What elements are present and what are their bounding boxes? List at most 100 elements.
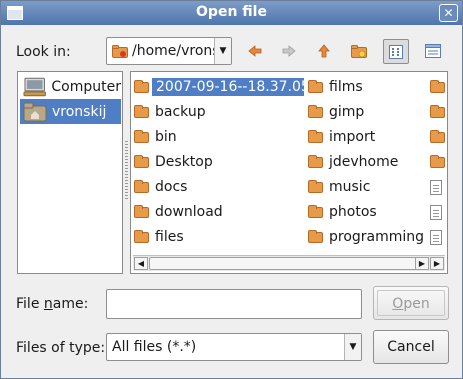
- file-item[interactable]: programming: [308, 226, 423, 248]
- file-item-label: import: [329, 129, 376, 145]
- window-title: Open file: [196, 4, 267, 20]
- close-icon: ✕: [443, 6, 454, 20]
- file-item-partial[interactable]: [430, 126, 447, 148]
- file-name-field[interactable]: [106, 289, 362, 319]
- list-view-icon: [389, 44, 403, 59]
- file-item[interactable]: backup: [134, 101, 304, 123]
- folder-icon: [134, 204, 149, 218]
- file-name-label-part: File: [16, 296, 44, 312]
- detail-view-button[interactable]: [421, 40, 445, 62]
- file-name-label: File name:: [16, 296, 88, 312]
- file-item-label: jdevhome: [329, 154, 399, 170]
- scrollbar-thumb[interactable]: [149, 257, 418, 270]
- horizontal-scrollbar[interactable]: ◀ ▶ ▶: [133, 255, 445, 271]
- file-item[interactable]: music: [308, 176, 423, 198]
- cancel-button[interactable]: Cancel: [373, 330, 449, 364]
- open-file-dialog: Open file ✕ Look in: /home/vronskij ▼ Co…: [0, 0, 463, 379]
- parent-dir-icon: [318, 44, 330, 58]
- scroll-right-button-end[interactable]: ▶: [430, 257, 444, 270]
- file-item[interactable]: photos: [308, 201, 423, 223]
- file-item[interactable]: 2007-09-16--18.37.05: [134, 76, 304, 98]
- folder-icon: [308, 129, 323, 143]
- parent-directory-button[interactable]: [312, 40, 336, 62]
- sidebar-item-label: Computer: [51, 78, 121, 95]
- file-item-label: gimp: [329, 104, 365, 120]
- sidebar-item-vronskij[interactable]: vronskij: [20, 99, 121, 124]
- new-folder-icon: [351, 44, 367, 58]
- scroll-left-button[interactable]: ◀: [134, 257, 148, 270]
- scroll-right-button[interactable]: ▶: [415, 257, 429, 270]
- folder-icon: [134, 104, 149, 118]
- sidebar-item-label: vronskij: [52, 103, 107, 120]
- file-name-label-part: ame:: [52, 296, 89, 312]
- open-mnemonic: O: [392, 296, 404, 312]
- look-in-label: Look in:: [16, 44, 71, 60]
- forward-button[interactable]: [277, 40, 301, 62]
- file-item-partial[interactable]: [430, 201, 447, 223]
- computer-icon: [23, 77, 46, 96]
- file-item-label: programming: [329, 229, 423, 245]
- file-item-partial[interactable]: [430, 226, 447, 248]
- splitter-handle[interactable]: [125, 141, 128, 201]
- list-view-button[interactable]: [383, 39, 409, 64]
- file-item-partial[interactable]: [430, 176, 447, 198]
- back-arrow-icon: [248, 45, 262, 57]
- file-list-panel: 2007-09-16--18.37.05 backup bin Desktop docs…: [130, 71, 448, 274]
- folder-icon: [430, 154, 445, 168]
- open-button[interactable]: Open: [373, 286, 449, 320]
- file-item-label: download: [155, 204, 223, 220]
- file-item-label: photos: [329, 204, 377, 220]
- file-item-label: Desktop: [155, 154, 213, 170]
- file-item[interactable]: bin: [134, 126, 304, 148]
- chevron-down-icon[interactable]: ▼: [344, 334, 361, 360]
- file-item-partial[interactable]: [430, 76, 447, 98]
- folder-icon: [308, 204, 323, 218]
- file-item[interactable]: gimp: [308, 101, 423, 123]
- file-item-label: bin: [155, 129, 177, 145]
- file-item-label: files: [155, 229, 184, 245]
- title-bar[interactable]: Open file ✕: [1, 1, 462, 25]
- look-in-combo[interactable]: /home/vronskij ▼: [106, 37, 232, 65]
- folder-icon: [134, 129, 149, 143]
- file-item[interactable]: films: [308, 76, 423, 98]
- files-of-type-label: Files of type:: [16, 340, 106, 356]
- home-folder-icon: [112, 45, 128, 62]
- detail-view-icon: [425, 44, 441, 58]
- forward-arrow-icon: [282, 45, 296, 57]
- file-item[interactable]: files: [134, 226, 304, 248]
- file-item-partial[interactable]: [430, 151, 447, 173]
- folder-icon: [308, 229, 323, 243]
- folder-icon: [134, 229, 149, 243]
- file-item-label: backup: [155, 104, 206, 120]
- file-item-label: films: [329, 79, 363, 95]
- files-of-type-select[interactable]: All files (*.*) ▼: [106, 333, 362, 361]
- sidebar-item-computer[interactable]: Computer: [20, 74, 121, 99]
- back-button[interactable]: [243, 40, 267, 62]
- open-label-part: pen: [403, 296, 430, 312]
- look-in-path: /home/vronskij: [132, 43, 216, 59]
- file-item[interactable]: docs: [134, 176, 304, 198]
- file-item[interactable]: download: [134, 201, 304, 223]
- document-icon: [430, 179, 442, 195]
- close-button[interactable]: ✕: [439, 4, 458, 22]
- folder-icon: [430, 104, 445, 118]
- files-of-type-value: All files (*.*): [112, 339, 197, 355]
- file-item-label: music: [329, 179, 371, 195]
- folder-icon: [134, 179, 149, 193]
- file-item[interactable]: import: [308, 126, 423, 148]
- file-item-label: docs: [155, 179, 188, 195]
- file-item-label: 2007-09-16--18.37.05: [152, 78, 304, 96]
- document-icon: [430, 204, 442, 220]
- file-item-partial[interactable]: [430, 101, 447, 123]
- folder-icon: [134, 154, 149, 168]
- folder-icon: [134, 79, 149, 93]
- home-folder-icon: [23, 102, 47, 121]
- folder-icon: [430, 79, 445, 93]
- folder-icon: [308, 154, 323, 168]
- file-item[interactable]: jdevhome: [308, 151, 423, 173]
- file-item[interactable]: Desktop: [134, 151, 304, 173]
- chevron-down-icon[interactable]: ▼: [214, 38, 231, 64]
- folder-icon: [308, 79, 323, 93]
- new-folder-button[interactable]: [347, 40, 371, 62]
- sidebar-panel: Computer vronskij: [17, 71, 123, 274]
